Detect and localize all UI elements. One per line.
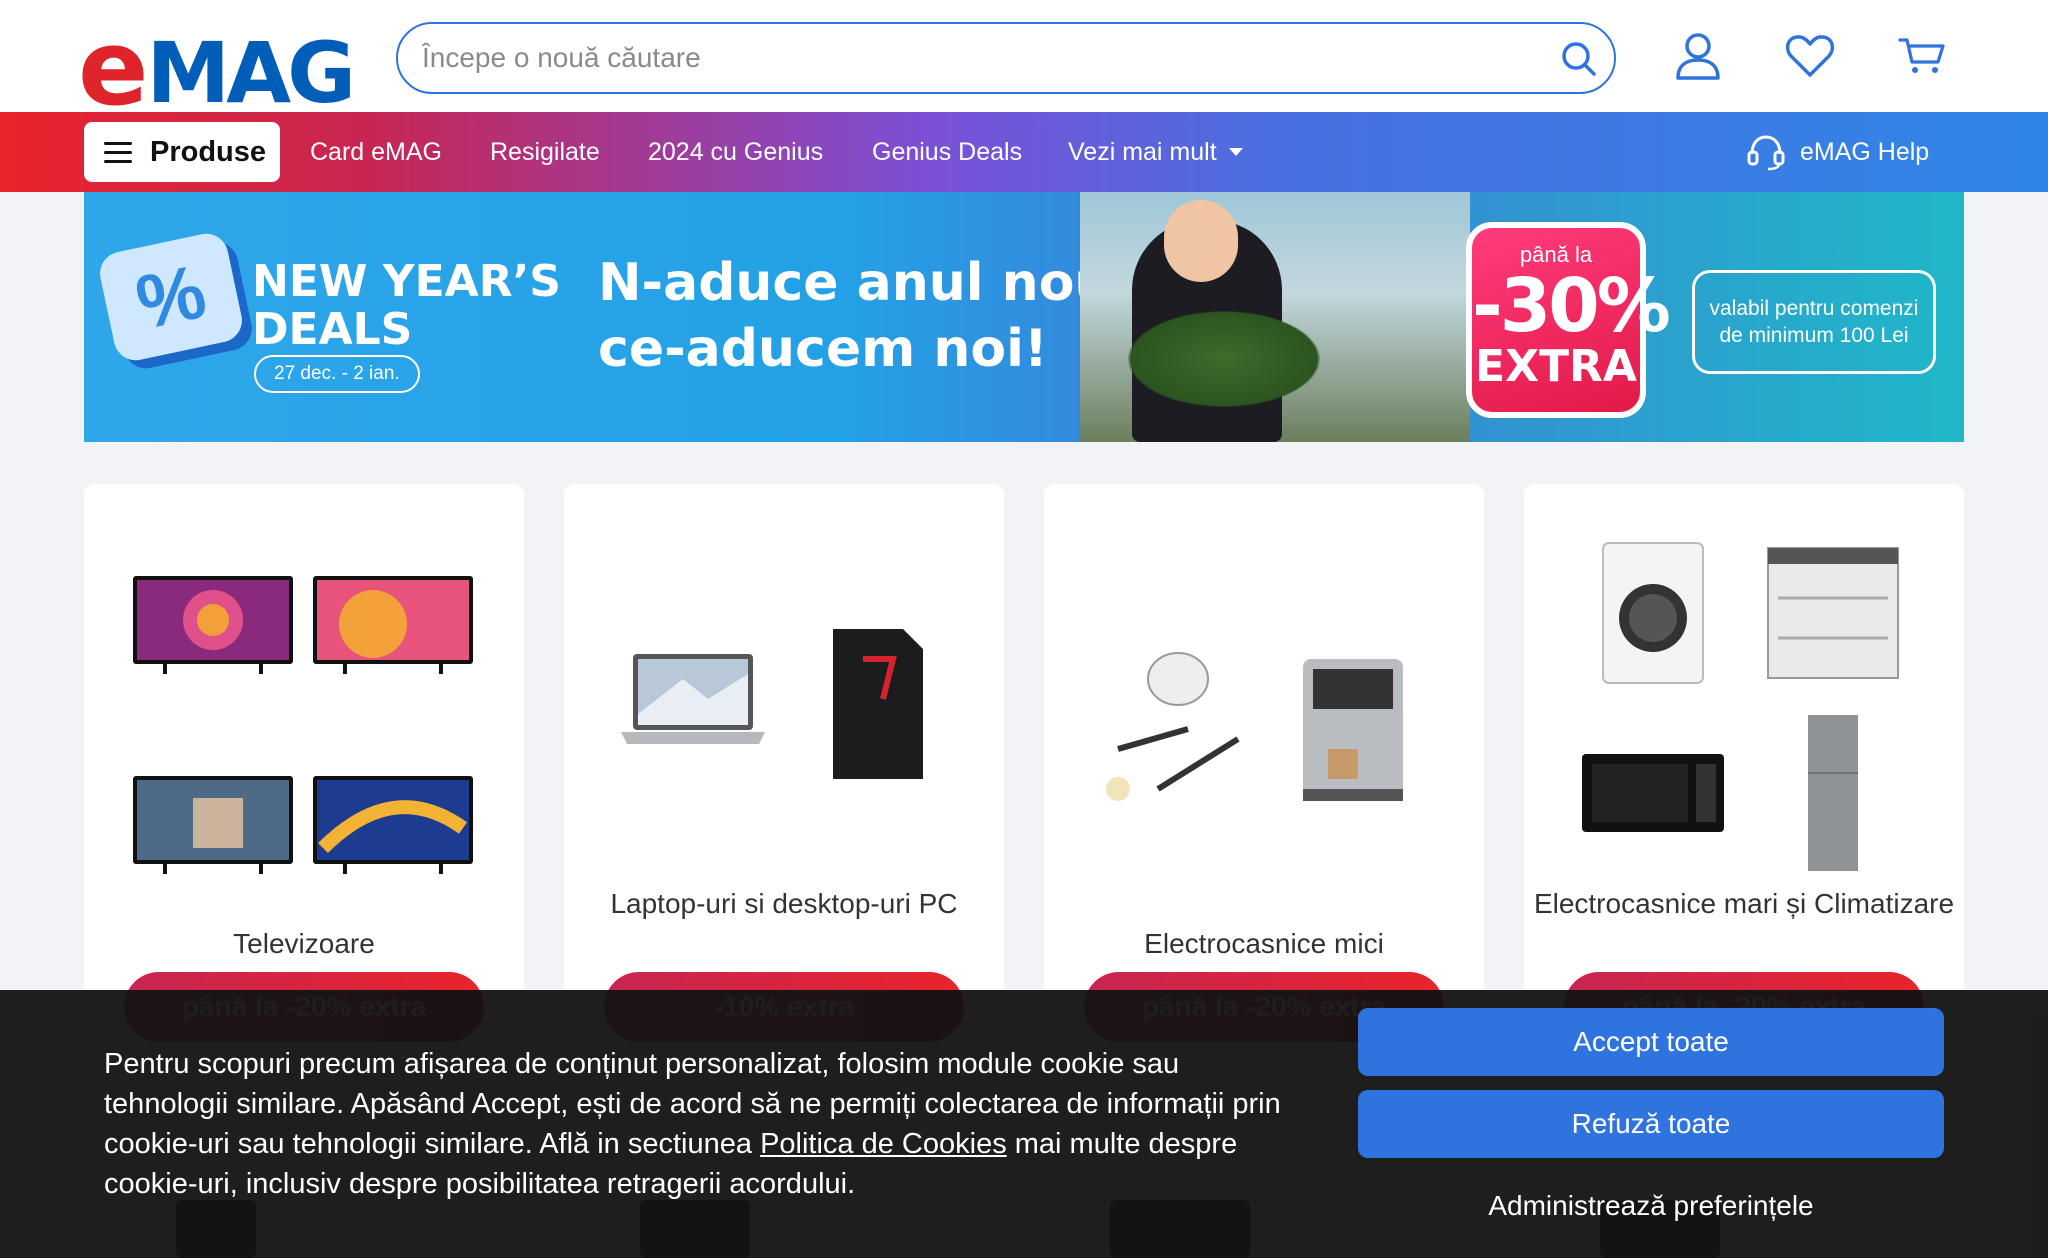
tv-image	[133, 776, 293, 874]
heart-icon	[1785, 35, 1835, 77]
product-thumb-coffee-machine[interactable]	[1270, 530, 1436, 918]
nav-link-genius-deals[interactable]: Genius Deals	[872, 122, 1022, 182]
category-title-text: Laptop-uri si desktop-uri PC	[610, 888, 958, 919]
logo-e: e	[78, 7, 149, 129]
logo-mag: MAG	[146, 24, 357, 122]
category-title[interactable]: Televizoare	[84, 924, 524, 964]
steam-cleaner-image	[1106, 652, 1240, 801]
accept-all-cookies-button[interactable]: Accept toate	[1358, 1008, 1944, 1076]
emag-logo[interactable]: eMAG	[78, 14, 356, 120]
fridge-image	[1808, 715, 1858, 871]
product-thumb-steam-cleaner[interactable]	[1090, 530, 1256, 918]
search-input[interactable]	[422, 36, 1522, 80]
dishwasher-image	[1767, 547, 1899, 679]
cookie-consent-banner: Pentru scopuri precum afișarea de conțin…	[0, 990, 2048, 1258]
headset-icon	[1747, 135, 1785, 171]
banner-headline-line2: ce-aducem noi!	[598, 319, 1048, 379]
nav-link-more[interactable]: Vezi mai mult	[1068, 122, 1243, 182]
banner-discount-badge: până la -30% EXTRA	[1466, 222, 1671, 418]
category-title[interactable]: Electrocasnice mari și Climatizare	[1524, 884, 1964, 924]
category-card-small-appliances: Electrocasnice mici până la -20% extra	[1044, 484, 1484, 1042]
desktop-pc-image	[833, 629, 923, 779]
banner-deals-line2: DEALS	[252, 304, 413, 355]
category-title[interactable]: Electrocasnice mici	[1044, 924, 1484, 964]
nav-link-resigilate[interactable]: Resigilate	[490, 122, 600, 182]
laptop-image	[621, 654, 765, 744]
product-thumb-microwave[interactable]	[1570, 710, 1736, 876]
favorites-button[interactable]	[1768, 22, 1852, 90]
header: eMAG	[0, 0, 2048, 120]
category-card-tv: Televizoare până la -20% extra	[84, 484, 524, 1042]
microwave-image	[1582, 754, 1724, 832]
hamburger-icon	[104, 141, 132, 163]
cookie-policy-link[interactable]: Politica de Cookies	[760, 1128, 1007, 1160]
cart-button[interactable]	[1880, 22, 1964, 90]
cart-icon	[1898, 38, 1945, 73]
banner-headline-line1: N-aduce anul nou,	[598, 253, 1132, 313]
product-thumb-dryer[interactable]	[1570, 530, 1736, 696]
search-button[interactable]	[1550, 30, 1608, 88]
emag-help-link[interactable]: eMAG Help	[1746, 124, 1929, 180]
product-thumb-tv-4[interactable]	[310, 730, 476, 916]
manage-cookie-preferences-button[interactable]: Administrează preferințele	[1358, 1172, 1944, 1240]
refuse-all-cookies-button[interactable]: Refuză toate	[1358, 1090, 1944, 1158]
banner-garland-illustration	[1114, 304, 1334, 414]
products-label: Produse	[150, 135, 267, 168]
tv-image	[133, 576, 293, 674]
product-thumb-desktop[interactable]	[790, 530, 956, 878]
category-title[interactable]: Laptop-uri si desktop-uri PC	[564, 884, 1004, 924]
product-thumb-laptop[interactable]	[610, 530, 776, 878]
products-menu-button[interactable]: Produse	[84, 122, 280, 182]
product-thumb-dishwasher[interactable]	[1750, 530, 1916, 696]
nav-link-card-emag[interactable]: Card eMAG	[310, 122, 442, 182]
tv-image	[313, 576, 473, 674]
nav-link-2024-genius[interactable]: 2024 cu Genius	[648, 122, 823, 182]
coffee-machine-image	[1303, 659, 1403, 801]
badge-value: -30%	[1472, 263, 1671, 349]
banner-deals-line1: NEW YEAR’S	[252, 256, 561, 307]
banner-deals-title: NEW YEAR’S DEALS	[252, 258, 561, 354]
category-title-text: Electrocasnice mari și Climatizare	[1533, 888, 1955, 919]
user-icon	[1676, 33, 1720, 80]
account-button[interactable]	[1656, 22, 1740, 90]
product-thumb-tv-3[interactable]	[130, 730, 296, 916]
nav-more-label: Vezi mai mult	[1068, 137, 1217, 166]
search-icon	[1562, 42, 1596, 76]
category-card-large-appliances: Electrocasnice mari și Climatizare până …	[1524, 484, 1964, 1042]
product-thumb-fridge[interactable]	[1750, 710, 1916, 876]
main-navbar: Produse Card eMAG Resigilate 2024 cu Gen…	[0, 112, 2048, 192]
banner-headline: N-aduce anul nou, ce-aducem noi!	[598, 250, 1131, 382]
caret-down-icon	[1228, 148, 1243, 156]
dryer-image	[1602, 542, 1704, 684]
category-card-laptops: Laptop-uri si desktop-uri PC -10% extra	[564, 484, 1004, 1042]
badge-extra: EXTRA	[1475, 341, 1637, 392]
banner-person-face	[1164, 200, 1238, 282]
percent-tag-icon: %	[95, 229, 247, 365]
banner-dates: 27 dec. - 2 ian.	[254, 355, 420, 393]
product-thumb-tv-2[interactable]	[310, 530, 476, 716]
tv-image	[313, 776, 473, 874]
product-thumb-tv-1[interactable]	[130, 530, 296, 716]
search-bar	[396, 22, 1616, 94]
cookie-consent-text: Pentru scopuri precum afișarea de conțin…	[104, 1044, 1304, 1204]
promo-banner[interactable]: % NEW YEAR’S DEALS 27 dec. - 2 ian. N-ad…	[84, 192, 1964, 442]
banner-validity-note: valabil pentru comenzi de minimum 100 Le…	[1692, 270, 1936, 374]
help-label: eMAG Help	[1800, 137, 1930, 166]
